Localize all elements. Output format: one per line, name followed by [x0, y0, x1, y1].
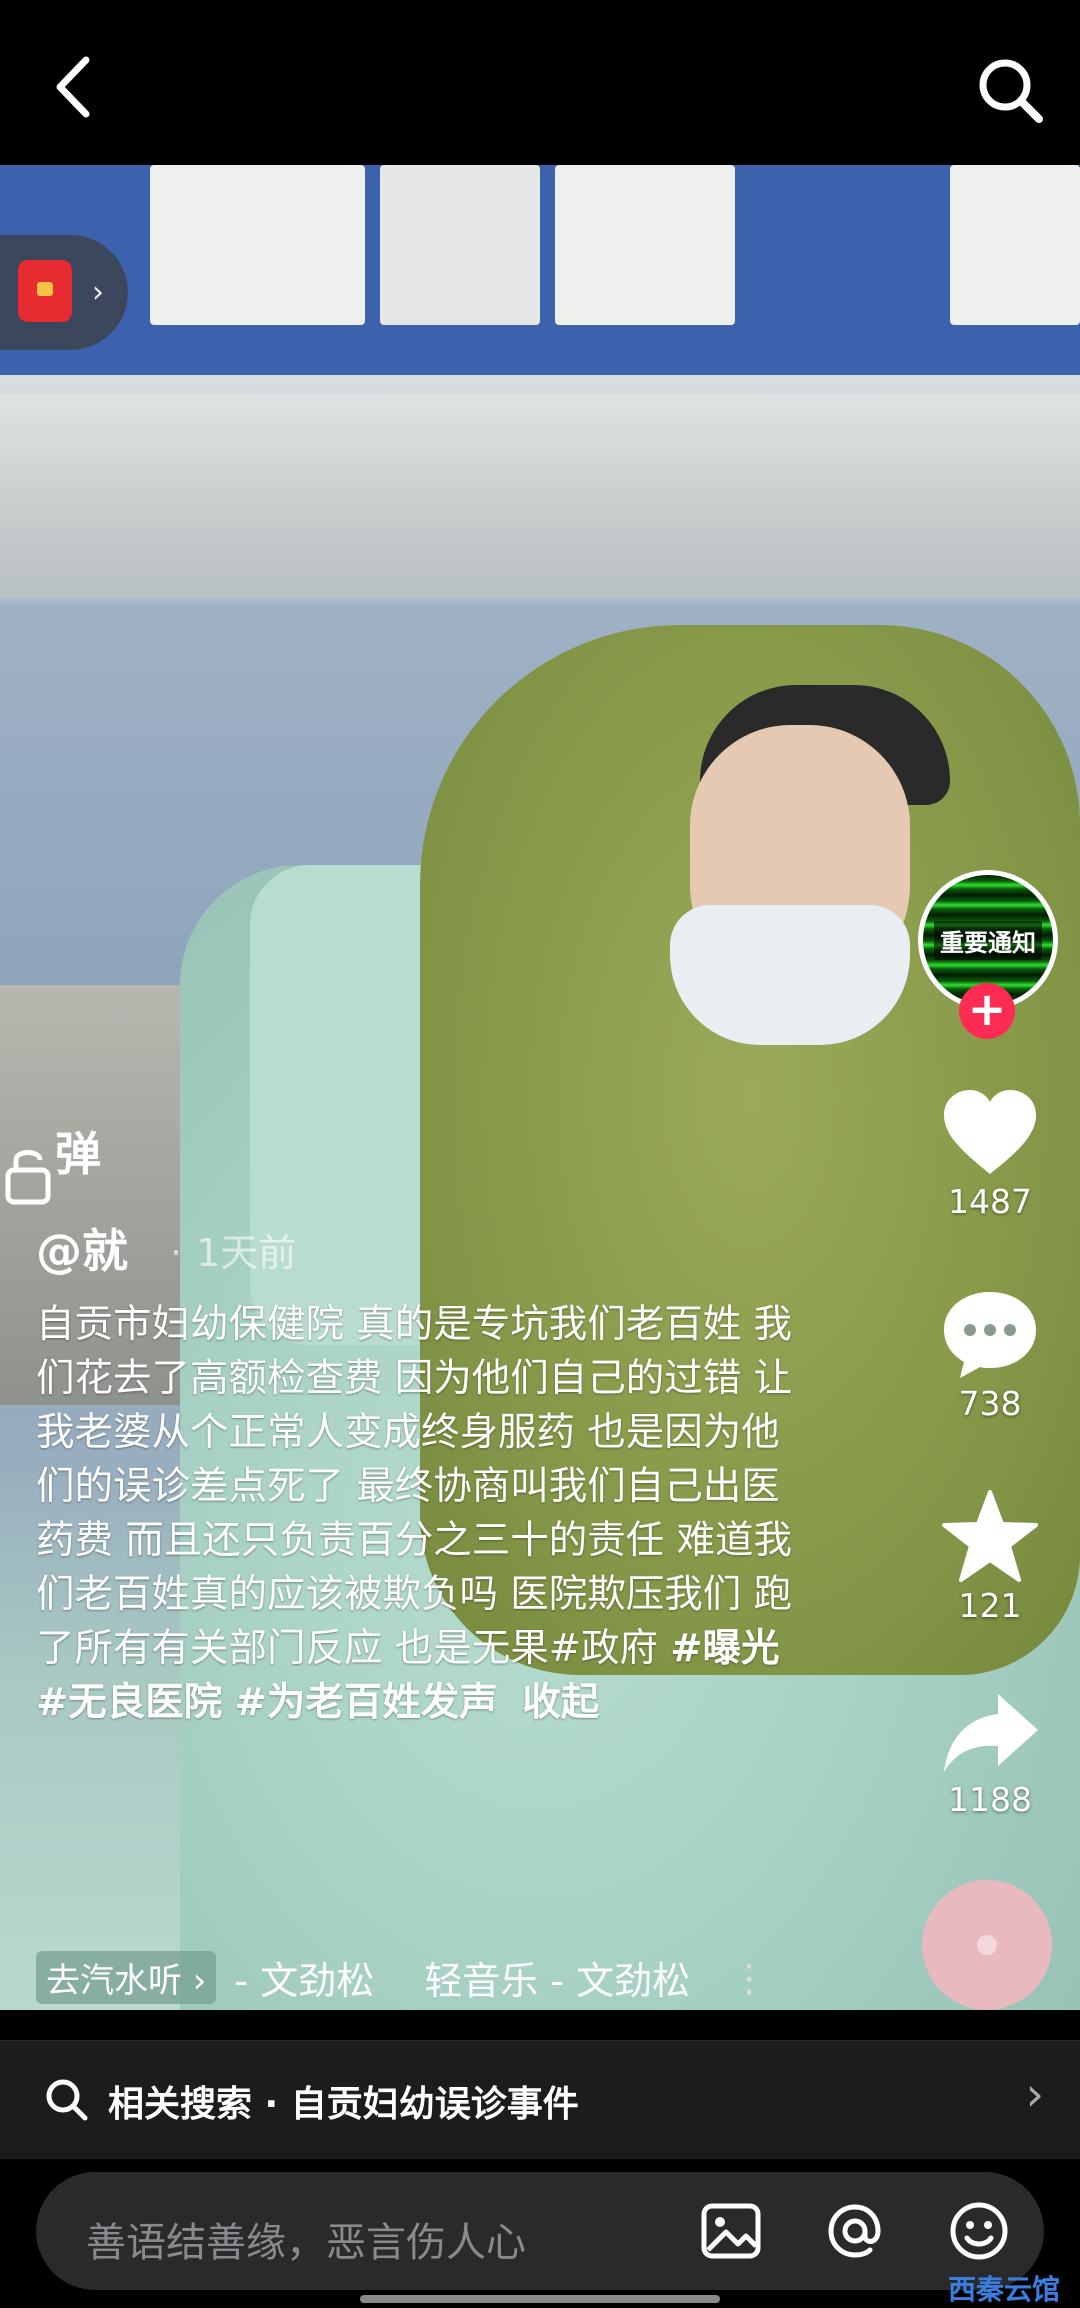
music-row[interactable]: 去汽水听 › - 文劲松 轻音乐 - 文劲松 ⋮ — [36, 1950, 768, 2005]
chevron-right-icon: › — [92, 275, 104, 310]
music-disc[interactable] — [922, 1880, 1052, 2010]
share-count: 1188 — [948, 1780, 1032, 1819]
search-button[interactable] — [975, 55, 1045, 125]
red-packet-icon — [18, 260, 72, 322]
wall-panel — [380, 165, 540, 325]
post-description: 自贡市妇幼保健院 真的是专坑我们老百姓 我们花去了高额检查费 因为他们自己的过错… — [36, 1298, 806, 1730]
back-button[interactable] — [48, 52, 108, 122]
comment-button[interactable]: 738 — [930, 1288, 1050, 1423]
comment-input[interactable]: 善语结善缘，恶言伤人心 — [36, 2172, 1044, 2290]
comment-placeholder: 善语结善缘，恶言伤人心 — [86, 2220, 526, 2266]
wall-socket — [150, 165, 365, 325]
comment-icon — [944, 1292, 1036, 1378]
hashtag[interactable]: #曝光 — [670, 1626, 779, 1671]
share-arrow-icon — [944, 1694, 1038, 1772]
star-icon — [942, 1490, 1038, 1582]
wall-switch — [555, 165, 735, 325]
emoji-icon[interactable] — [948, 2200, 1010, 2262]
search-icon — [46, 2079, 88, 2121]
share-button[interactable]: 1188 — [930, 1690, 1050, 1819]
top-bar — [0, 0, 1080, 165]
collapse-button[interactable]: 收起 — [522, 1680, 599, 1725]
like-button[interactable]: 1487 — [930, 1088, 1050, 1221]
video-player[interactable] — [0, 165, 1080, 2010]
search-icon — [979, 59, 1043, 123]
chevron-left-icon — [56, 56, 90, 118]
lock-icon — [5, 1150, 51, 1205]
like-count: 1487 — [948, 1182, 1032, 1221]
bed-rail — [0, 395, 1080, 595]
hashtag[interactable]: #无良医院 — [36, 1680, 222, 1725]
favorite-count: 121 — [958, 1586, 1022, 1625]
related-search-bar[interactable]: 相关搜索 · 自贡妇幼误诊事件 › — [0, 2040, 1080, 2159]
author-name[interactable]: @就 — [36, 1215, 128, 1281]
description-text: 自贡市妇幼保健院 真的是专坑我们老百姓 我们花去了高额检查费 因为他们自己的过错… — [36, 1302, 792, 1671]
avatar-text: 重要通知 — [934, 920, 1042, 960]
wall-socket — [950, 165, 1080, 325]
favorite-button[interactable]: 121 — [930, 1490, 1050, 1625]
post-time: 1天前 — [170, 1222, 296, 1277]
related-search-text: 相关搜索 · 自贡妇幼误诊事件 — [108, 2084, 579, 2125]
more-icon[interactable]: ⋮ — [730, 1956, 768, 2000]
follow-button[interactable]: + — [959, 983, 1015, 1039]
heart-icon — [944, 1090, 1036, 1174]
music-title[interactable]: - 文劲松 轻音乐 - 文劲松 — [234, 1950, 690, 2005]
face-mask — [670, 905, 910, 1045]
hashtag[interactable]: #为老百姓发声 — [235, 1680, 498, 1725]
mention-icon[interactable] — [824, 2200, 886, 2262]
image-icon[interactable] — [700, 2200, 762, 2262]
chevron-right-icon: › — [1025, 2067, 1044, 2121]
music-source-tag[interactable]: 去汽水听 › — [36, 1951, 217, 2004]
watermark: 西秦云馆 — [948, 2273, 1061, 2306]
danmu-label: 弹 — [55, 1127, 101, 1181]
comment-count: 738 — [958, 1384, 1022, 1423]
home-indicator — [360, 2295, 720, 2303]
